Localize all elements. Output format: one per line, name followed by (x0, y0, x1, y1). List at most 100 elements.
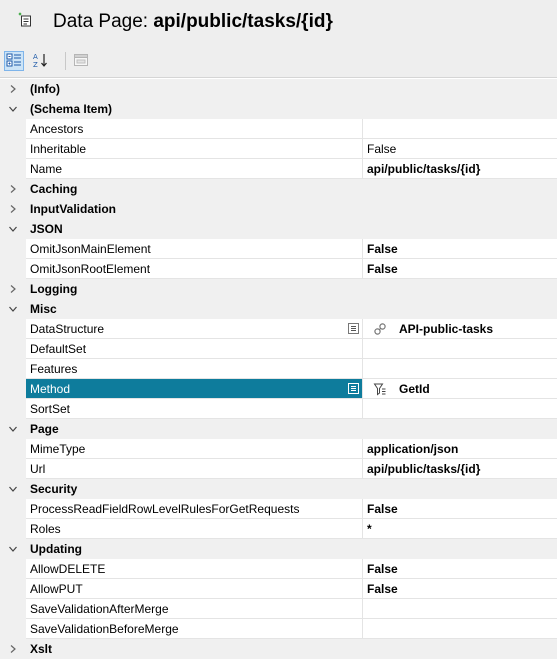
property-name[interactable]: ProcessReadFieldRowLevelRulesForGetReque… (26, 499, 363, 519)
category-misc[interactable]: Misc (0, 299, 557, 319)
property-value[interactable] (363, 119, 557, 139)
category-json[interactable]: JSON (0, 219, 557, 239)
property-name[interactable]: SortSet (26, 399, 363, 419)
chevron-down-icon[interactable] (2, 219, 24, 239)
chevron-right-icon[interactable] (2, 179, 24, 199)
property-value[interactable]: api/public/tasks/{id} (363, 459, 557, 479)
property-url[interactable]: Url api/public/tasks/{id} (0, 459, 557, 479)
property-name[interactable]: DataStructure (26, 319, 363, 339)
chevron-right-icon[interactable] (2, 79, 24, 99)
category-label: Page (30, 422, 59, 436)
property-label: Method (30, 382, 71, 396)
category-label: JSON (30, 222, 63, 236)
property-process-read-field-row-level-rules[interactable]: ProcessReadFieldRowLevelRulesForGetReque… (0, 499, 557, 519)
chevron-down-icon[interactable] (2, 99, 24, 119)
property-data-structure[interactable]: DataStructure API-public-tasks (0, 319, 557, 339)
property-value[interactable]: False (363, 259, 557, 279)
property-save-validation-after-merge[interactable]: SaveValidationAfterMerge (0, 599, 557, 619)
property-pages-icon (73, 52, 89, 71)
link-icon (373, 322, 387, 336)
category-updating[interactable]: Updating (0, 539, 557, 559)
category-label: (Schema Item) (30, 102, 113, 116)
property-features[interactable]: Features (0, 359, 557, 379)
property-value[interactable]: False (363, 559, 557, 579)
property-save-validation-before-merge[interactable]: SaveValidationBeforeMerge (0, 619, 557, 639)
category-schema-item[interactable]: (Schema Item) (0, 99, 557, 119)
property-value[interactable]: API-public-tasks (363, 319, 557, 339)
chevron-right-icon[interactable] (2, 279, 24, 299)
property-name[interactable]: Url (26, 459, 363, 479)
property-name[interactable]: SaveValidationBeforeMerge (26, 619, 363, 639)
title-prefix: Data Page: (53, 11, 154, 32)
property-default-set[interactable]: DefaultSet (0, 339, 557, 359)
chevron-right-icon[interactable] (2, 199, 24, 219)
open-editor-button[interactable] (348, 383, 359, 394)
property-value[interactable]: api/public/tasks/{id} (363, 159, 557, 179)
property-roles[interactable]: Roles * (0, 519, 557, 539)
property-value[interactable] (363, 619, 557, 639)
category-label: Misc (30, 302, 57, 316)
property-value-text: API-public-tasks (399, 322, 494, 336)
alphabetical-sort-button[interactable]: A Z (30, 51, 50, 71)
property-name[interactable]: AllowDELETE (26, 559, 363, 579)
property-ancestors[interactable]: Ancestors (0, 119, 557, 139)
property-pages-button[interactable] (71, 51, 91, 71)
chevron-down-icon[interactable] (2, 539, 24, 559)
chevron-right-icon[interactable] (2, 639, 24, 659)
svg-text:Z: Z (33, 61, 38, 68)
property-method[interactable]: Method GetId (0, 379, 557, 399)
category-input-validation[interactable]: InputValidation (0, 199, 557, 219)
property-name[interactable]: Method (26, 379, 363, 399)
category-label: (Info) (30, 82, 60, 96)
categorized-icon (6, 52, 22, 71)
category-page[interactable]: Page (0, 419, 557, 439)
property-value[interactable]: False (363, 499, 557, 519)
chevron-down-icon[interactable] (2, 479, 24, 499)
property-name[interactable]: AllowPUT (26, 579, 363, 599)
category-caching[interactable]: Caching (0, 179, 557, 199)
property-name[interactable]: DefaultSet (26, 339, 363, 359)
category-logging[interactable]: Logging (0, 279, 557, 299)
property-name[interactable]: Name (26, 159, 363, 179)
property-value[interactable]: False (363, 579, 557, 599)
property-value[interactable]: GetId (363, 379, 557, 399)
property-name[interactable]: Features (26, 359, 363, 379)
categorized-view-button[interactable] (4, 51, 24, 71)
category-label: Updating (30, 542, 82, 556)
property-allow-put[interactable]: AllowPUT False (0, 579, 557, 599)
property-name[interactable]: SaveValidationAfterMerge (26, 599, 363, 619)
sort-az-icon: A Z (32, 52, 48, 71)
property-omit-json-main-element[interactable]: OmitJsonMainElement False (0, 239, 557, 259)
property-name[interactable]: OmitJsonRootElement (26, 259, 363, 279)
property-omit-json-root-element[interactable]: OmitJsonRootElement False (0, 259, 557, 279)
property-allow-delete[interactable]: AllowDELETE False (0, 559, 557, 579)
property-value[interactable] (363, 339, 557, 359)
filter-method-icon (373, 382, 387, 396)
title-object-name: api/public/tasks/{id} (153, 11, 333, 32)
property-name[interactable]: MimeType (26, 439, 363, 459)
property-value[interactable]: application/json (363, 439, 557, 459)
property-value[interactable]: * (363, 519, 557, 539)
chevron-down-icon[interactable] (2, 299, 24, 319)
category-label: Xslt (30, 642, 53, 656)
category-label: InputValidation (30, 202, 116, 216)
property-name[interactable]: OmitJsonMainElement (26, 239, 363, 259)
property-name[interactable]: Inheritable (26, 139, 363, 159)
chevron-down-icon[interactable] (2, 419, 24, 439)
property-name-field[interactable]: Name api/public/tasks/{id} (0, 159, 557, 179)
category-xslt[interactable]: Xslt (0, 639, 557, 659)
property-name[interactable]: Roles (26, 519, 363, 539)
category-security[interactable]: Security (0, 479, 557, 499)
property-inheritable[interactable]: Inheritable False (0, 139, 557, 159)
property-sort-set[interactable]: SortSet (0, 399, 557, 419)
open-editor-button[interactable] (348, 323, 359, 334)
property-value[interactable] (363, 399, 557, 419)
property-value[interactable]: False (363, 139, 557, 159)
property-value[interactable] (363, 359, 557, 379)
property-value[interactable]: False (363, 239, 557, 259)
property-value[interactable] (363, 599, 557, 619)
category-info[interactable]: (Info) (0, 79, 557, 99)
property-value-text: GetId (399, 382, 430, 396)
property-mime-type[interactable]: MimeType application/json (0, 439, 557, 459)
property-name[interactable]: Ancestors (26, 119, 363, 139)
